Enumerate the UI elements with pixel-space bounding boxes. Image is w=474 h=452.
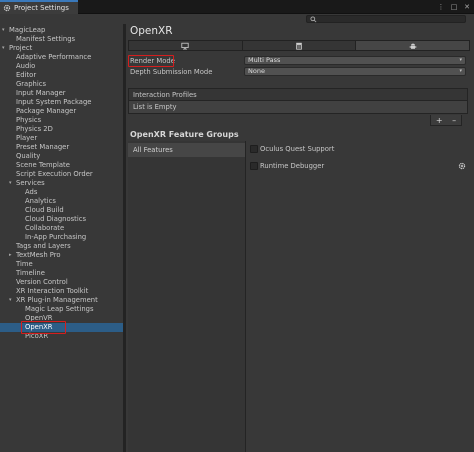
sidebar-item-analytics[interactable]: Analytics: [0, 197, 123, 206]
chevron-down-icon: ▾: [459, 57, 462, 63]
expand-arrow-icon[interactable]: ▸: [9, 251, 15, 260]
sidebar-item-input-system-package[interactable]: Input System Package: [0, 98, 123, 107]
chevron-down-icon: ▾: [459, 68, 462, 74]
sidebar-item-scene-template[interactable]: Scene Template: [0, 161, 123, 170]
expand-arrow-icon[interactable]: ▾: [2, 26, 8, 35]
sidebar-item-services[interactable]: ▾ Services: [0, 179, 123, 188]
feature-group-all-features[interactable]: All Features: [128, 143, 245, 157]
sidebar-item-manifest-settings[interactable]: Manifest Settings: [0, 35, 123, 44]
menu-dots-icon[interactable]: ⋮: [436, 2, 446, 12]
sidebar-item-tags-and-layers[interactable]: Tags and Layers: [0, 242, 123, 251]
feature-groups-panel: All Features Oculus Quest Support Runtim…: [128, 141, 468, 452]
gear-icon: [3, 4, 11, 12]
feature-groups-title: OpenXR Feature Groups: [130, 130, 239, 139]
sidebar-item-collaborate[interactable]: Collaborate: [0, 224, 123, 233]
webgl-icon: [296, 42, 302, 50]
sidebar-item-graphics[interactable]: Graphics: [0, 80, 123, 89]
monitor-icon: [181, 42, 189, 49]
render-mode-row: Render Mode Multi Pass ▾: [130, 56, 466, 66]
remove-icon[interactable]: –: [452, 116, 456, 125]
depth-submission-label: Depth Submission Mode: [130, 68, 213, 76]
feature-checkbox[interactable]: [250, 162, 258, 170]
add-icon[interactable]: +: [436, 116, 443, 125]
maximize-icon[interactable]: □: [449, 2, 459, 12]
feature-checkbox[interactable]: [250, 145, 258, 153]
android-icon: [409, 43, 416, 49]
sidebar-item-textmesh-pro[interactable]: ▸ TextMesh Pro: [0, 251, 123, 260]
annotation-highlight-openxr: [21, 321, 66, 334]
sidebar-item-adaptive-performance[interactable]: Adaptive Performance: [0, 53, 123, 62]
tab-android[interactable]: [356, 41, 470, 50]
sidebar-item-magic-leap-settings[interactable]: Magic Leap Settings: [0, 305, 123, 314]
search-icon: [310, 16, 317, 23]
feature-label: Runtime Debugger: [260, 162, 325, 170]
sidebar-item-timeline[interactable]: Timeline: [0, 269, 123, 278]
sidebar-item-time[interactable]: Time: [0, 260, 123, 269]
annotation-highlight-render-mode: [128, 55, 174, 67]
interaction-profiles-header: Interaction Profiles: [129, 89, 467, 101]
depth-submission-dropdown[interactable]: None ▾: [244, 67, 466, 76]
interaction-profiles-empty: List is Empty: [129, 101, 467, 113]
page-title: OpenXR: [130, 25, 173, 37]
search-input[interactable]: [306, 15, 466, 23]
sidebar-item-preset-manager[interactable]: Preset Manager: [0, 143, 123, 152]
sidebar-item-project[interactable]: ▾ Project: [0, 44, 123, 53]
feature-label: Oculus Quest Support: [260, 145, 335, 153]
window-titlebar: Project Settings ⋮ □ ✕: [0, 0, 474, 14]
close-icon[interactable]: ✕: [462, 2, 472, 12]
sidebar-item-player[interactable]: Player: [0, 134, 123, 143]
interaction-profiles-list: Interaction Profiles List is Empty: [128, 88, 468, 114]
sidebar-item-xr-interaction-toolkit[interactable]: XR Interaction Toolkit: [0, 287, 123, 296]
sidebar-item-cloud-build[interactable]: Cloud Build: [0, 206, 123, 215]
sidebar-item-physics-2d[interactable]: Physics 2D: [0, 125, 123, 134]
feature-list: Oculus Quest Support Runtime Debugger: [247, 141, 468, 452]
render-mode-value: Multi Pass: [248, 56, 281, 64]
expand-arrow-icon[interactable]: ▾: [2, 44, 8, 53]
sidebar-item-audio[interactable]: Audio: [0, 62, 123, 71]
feature-group-list: All Features: [128, 141, 246, 452]
tab-standalone[interactable]: [129, 41, 243, 50]
sidebar-item-package-manager[interactable]: Package Manager: [0, 107, 123, 116]
project-settings-tab[interactable]: Project Settings: [0, 0, 78, 14]
feature-oculus-quest-support: Oculus Quest Support: [250, 143, 466, 155]
tab-title: Project Settings: [14, 4, 69, 12]
gear-icon[interactable]: [458, 162, 466, 170]
sidebar-item-ads[interactable]: Ads: [0, 188, 123, 197]
sidebar-item-physics[interactable]: Physics: [0, 116, 123, 125]
sidebar-item-input-manager[interactable]: Input Manager: [0, 89, 123, 98]
sidebar-item-magicleap[interactable]: ▾ MagicLeap: [0, 26, 123, 35]
feature-runtime-debugger: Runtime Debugger: [250, 160, 466, 172]
expand-arrow-icon[interactable]: ▾: [9, 296, 15, 305]
main-panel: OpenXR Render Mode Multi Pass ▾ Depth Su…: [126, 24, 474, 452]
depth-submission-value: None: [248, 67, 265, 75]
render-mode-dropdown[interactable]: Multi Pass ▾: [244, 56, 466, 65]
sidebar-item-in-app-purchasing[interactable]: In-App Purchasing: [0, 233, 123, 242]
sidebar-item-version-control[interactable]: Version Control: [0, 278, 123, 287]
tab-webgl[interactable]: [242, 41, 357, 50]
search-row: [0, 14, 474, 24]
list-controls: + –: [430, 115, 462, 126]
sidebar-item-cloud-diagnostics[interactable]: Cloud Diagnostics: [0, 215, 123, 224]
sidebar-item-quality[interactable]: Quality: [0, 152, 123, 161]
depth-submission-row: Depth Submission Mode None ▾: [130, 67, 466, 77]
platform-tabs: [128, 40, 470, 51]
settings-sidebar: ▾ MagicLeap Manifest Settings ▾ Project …: [0, 24, 123, 452]
expand-arrow-icon[interactable]: ▾: [9, 179, 15, 188]
sidebar-item-editor[interactable]: Editor: [0, 71, 123, 80]
sidebar-item-xr-plugin-management[interactable]: ▾ XR Plug-in Management: [0, 296, 123, 305]
sidebar-item-script-execution-order[interactable]: Script Execution Order: [0, 170, 123, 179]
